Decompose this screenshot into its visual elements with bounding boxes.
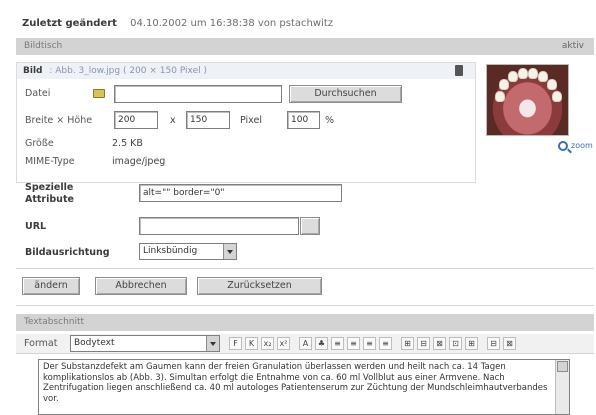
percent-sign: %: [325, 115, 335, 126]
italic-icon[interactable]: K: [245, 337, 258, 350]
divider: [16, 268, 594, 269]
width-input[interactable]: 200: [114, 111, 158, 129]
percent-input[interactable]: 100: [287, 111, 320, 129]
section-title: Bildtisch: [24, 41, 63, 51]
tooth-shape: [499, 79, 509, 90]
pixel-label: Pixel: [240, 115, 262, 126]
image-header-label: Bild: [23, 66, 43, 76]
table-cell-icon[interactable]: ⊡: [449, 337, 462, 350]
align-left-icon[interactable]: ≡: [331, 337, 344, 350]
zoom-link[interactable]: zoom: [571, 141, 593, 150]
image-thumbnail[interactable]: [486, 64, 569, 136]
tooth-shape: [518, 68, 528, 79]
zoom-icon[interactable]: [558, 141, 568, 151]
aendern-button[interactable]: ändern: [22, 277, 80, 295]
format-select[interactable]: Bodytext: [70, 335, 220, 352]
groesse-value: 2.5 KB: [112, 138, 143, 149]
height-input[interactable]: 150: [186, 111, 230, 129]
table-icon[interactable]: ⊞: [401, 337, 414, 350]
scrollbar[interactable]: [555, 360, 569, 414]
spezielle-attribute-label: Spezielle Attribute: [25, 182, 74, 205]
datei-label: Datei: [25, 88, 51, 99]
tooth-shape: [528, 68, 538, 79]
groesse-label: Größe: [25, 138, 54, 149]
align-right-icon[interactable]: ≡: [363, 337, 376, 350]
font-color-icon[interactable]: A: [299, 337, 312, 350]
tooth-shape: [552, 91, 562, 102]
folder-icon: [93, 89, 105, 98]
tooth-shape: [538, 71, 548, 82]
mime-label: MIME-Type: [25, 156, 75, 167]
bildausrichtung-select[interactable]: Linksbündig: [139, 243, 237, 260]
image-icon[interactable]: ⊠: [503, 337, 516, 350]
justify-icon[interactable]: ≡: [379, 337, 392, 350]
chevron-down-icon: [206, 336, 219, 351]
section-title: Textabschnitt: [24, 317, 85, 327]
mime-value: image/jpeg: [112, 156, 166, 167]
format-value: Bodytext: [74, 338, 115, 348]
bold-icon[interactable]: F: [229, 337, 242, 350]
section-bar-bildtisch: Bildtisch aktiv: [16, 38, 594, 55]
scroll-up-icon[interactable]: [557, 361, 568, 372]
editor-text: Der Substanzdefekt am Gaumen kann der fr…: [43, 362, 548, 404]
image-header-info: : Abb. 3_low.jpg ( 200 × 150 Pixel ): [49, 66, 208, 76]
size-separator: x: [170, 115, 176, 126]
special-char-icon[interactable]: ♣: [315, 337, 328, 350]
size-label: Breite × Höhe: [25, 115, 93, 126]
section-status: aktiv: [561, 41, 584, 51]
editor-textarea[interactable]: Der Substanzdefekt am Gaumen kann der fr…: [38, 359, 570, 415]
superscript-icon[interactable]: x²: [277, 337, 290, 350]
last-modified-meta: 04.10.2002 um 16:38:38 von pstachwitz: [130, 18, 333, 29]
url-label: URL: [25, 221, 47, 232]
table-merge-icon[interactable]: ⊞: [465, 337, 478, 350]
url-browse-button[interactable]: [300, 217, 320, 235]
zuruecksetzen-button[interactable]: Zurücksetzen: [197, 277, 322, 295]
chevron-down-icon: [223, 244, 236, 259]
trash-icon[interactable]: [455, 65, 463, 76]
file-input[interactable]: [114, 85, 282, 103]
table-col-icon[interactable]: ⊠: [433, 337, 446, 350]
tooth-shape: [547, 79, 557, 90]
align-center-icon[interactable]: ≡: [347, 337, 360, 350]
section-bar-textabschnitt: Textabschnitt: [16, 314, 594, 331]
spezielle-attribute-input[interactable]: alt="" border="0": [139, 184, 342, 202]
url-input[interactable]: [139, 217, 299, 235]
bildausrichtung-label: Bildausrichtung: [25, 247, 110, 258]
tooth-shape: [508, 71, 518, 82]
format-label: Format: [24, 338, 58, 349]
bildausrichtung-value: Linksbündig: [143, 246, 198, 256]
last-modified-label: Zuletzt geändert: [22, 18, 117, 29]
browse-button[interactable]: Durchsuchen: [289, 85, 402, 103]
last-modified-line: Zuletzt geändert 04.10.2002 um 16:38:38 …: [22, 18, 333, 29]
abbrechen-button[interactable]: Abbrechen: [95, 277, 187, 295]
image-header: Bild : Abb. 3_low.jpg ( 200 × 150 Pixel …: [17, 63, 475, 79]
editor-toolbar: Format Bodytext F K x₂ x² A ♣ ≡ ≡ ≡ ≡ ⊞ …: [16, 334, 594, 354]
divider: [16, 305, 594, 306]
table-row-icon[interactable]: ⊟: [417, 337, 430, 350]
link-icon[interactable]: ⊟: [487, 337, 500, 350]
subscript-icon[interactable]: x₂: [261, 337, 274, 350]
tooth-shape: [495, 91, 505, 102]
